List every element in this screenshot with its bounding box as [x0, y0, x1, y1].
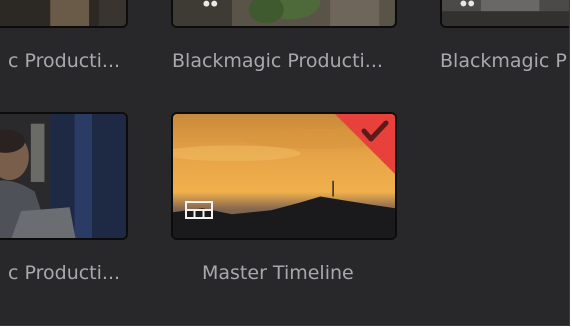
selected-flag: [335, 114, 395, 174]
clip-thumbnail[interactable]: [0, 0, 128, 28]
timeline-grid-icon: [185, 201, 213, 219]
clip-thumbnail-image: [173, 0, 395, 26]
clip-thumbnail-image: [0, 114, 126, 238]
clip-thumbnail-image: [0, 0, 126, 26]
clip-thumbnail[interactable]: [440, 0, 569, 28]
clip-thumbnail[interactable]: [171, 0, 397, 28]
timeline-name-label: Master Timeline: [202, 262, 354, 284]
media-pool-panel: c Producti... Blackmagic Producti... Bla…: [0, 0, 570, 326]
clip-thumbnail-selected[interactable]: [171, 112, 397, 240]
clip-name-label: c Producti...: [8, 262, 121, 284]
clip-name-label: Blackmagic Producti...: [172, 50, 383, 72]
clip-name-label: c Producti...: [8, 50, 121, 72]
clip-thumbnail[interactable]: [0, 112, 128, 240]
clip-name-label: Blackmagic P: [440, 50, 567, 72]
clip-thumbnail-image: [442, 0, 569, 26]
